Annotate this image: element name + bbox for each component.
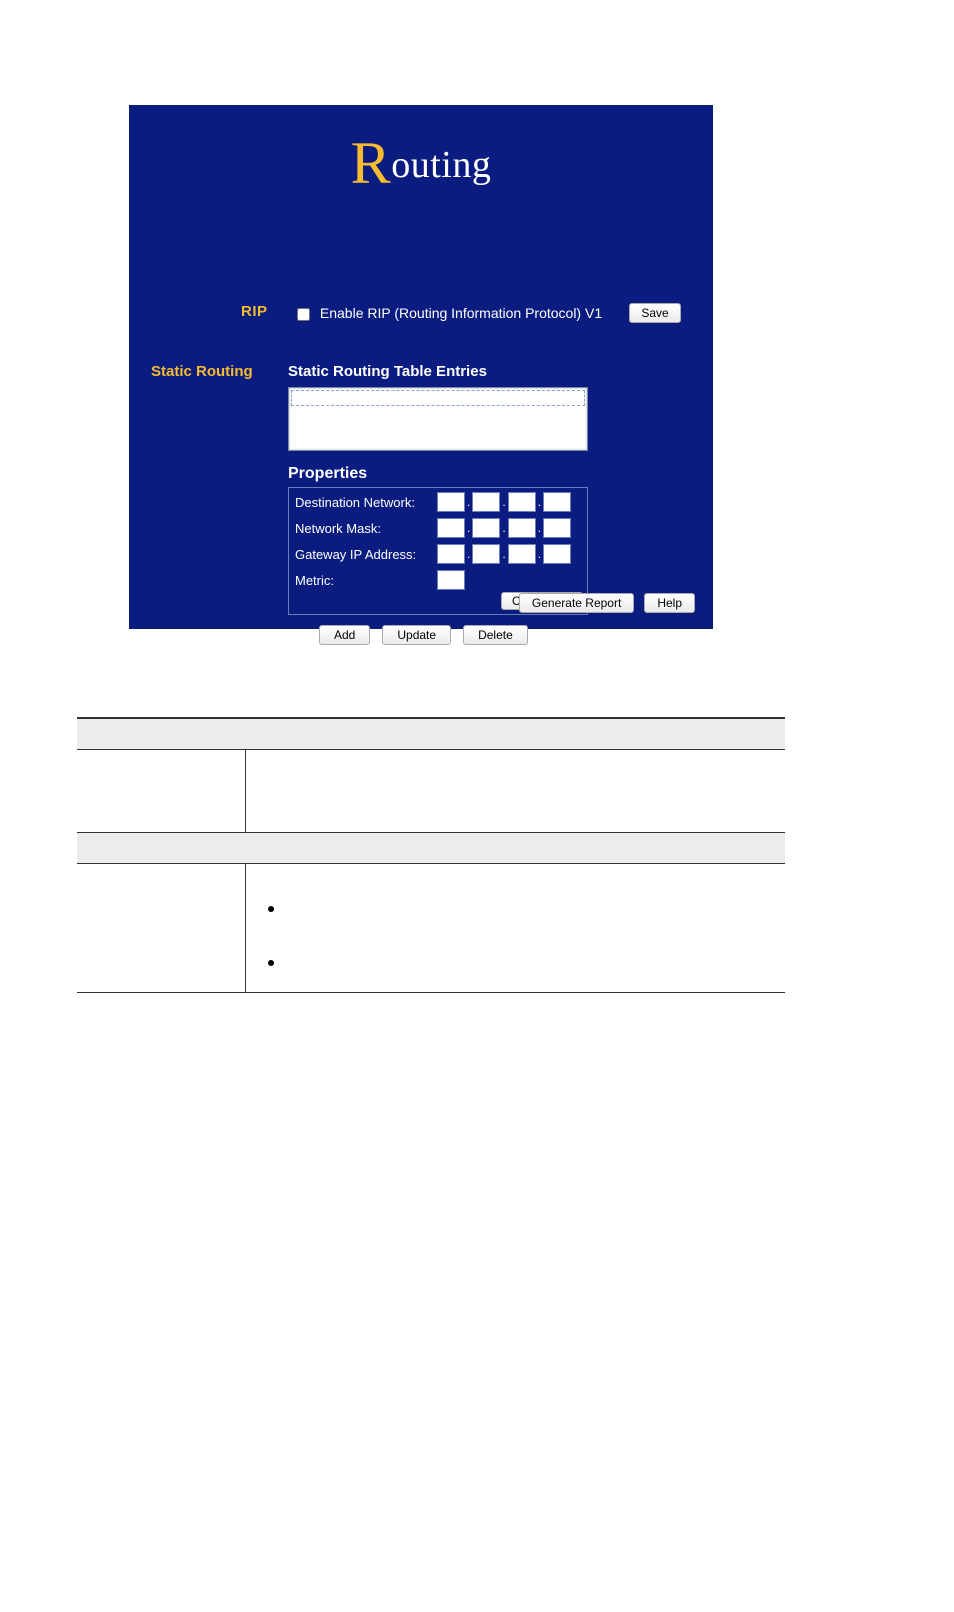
table-header-band-2 [77, 833, 785, 863]
gateway-octet-4[interactable] [543, 544, 571, 564]
table-row [77, 749, 785, 833]
destination-octet-3[interactable] [508, 492, 536, 512]
table-header-band-1 [77, 717, 785, 749]
rip-checkbox-wrap[interactable]: Enable RIP (Routing Information Protocol… [293, 305, 602, 324]
title-rest: outing [391, 144, 491, 186]
mask-octet-4[interactable] [543, 518, 571, 538]
crud-button-row: Add Update Delete [319, 625, 528, 645]
destination-octet-1[interactable] [437, 492, 465, 512]
table-cell-left [77, 750, 246, 832]
mask-octet-1[interactable] [437, 518, 465, 538]
gateway-octet-2[interactable] [472, 544, 500, 564]
static-table-heading: Static Routing Table Entries [288, 363, 487, 380]
table-row [77, 863, 785, 993]
add-button[interactable]: Add [319, 625, 370, 645]
rip-checkbox[interactable] [297, 308, 310, 321]
row-gateway: Gateway IP Address: . . . [295, 544, 581, 564]
save-button[interactable]: Save [629, 303, 681, 323]
row-destination: Destination Network: . . . [295, 492, 581, 512]
router-panel: Routing RIP Enable RIP (Routing Informat… [129, 105, 713, 629]
mask-octet-2[interactable] [472, 518, 500, 538]
mask-label: Network Mask: [295, 521, 437, 536]
delete-button[interactable]: Delete [463, 625, 528, 645]
mask-octet-3[interactable] [508, 518, 536, 538]
rip-checkbox-label: Enable RIP (Routing Information Protocol… [320, 305, 602, 321]
footer-button-row: Generate Report Help [519, 593, 695, 613]
destination-octet-2[interactable] [472, 492, 500, 512]
rip-row: RIP Enable RIP (Routing Information Prot… [129, 303, 713, 333]
table-cell-right [246, 864, 785, 992]
routing-entries-listbox[interactable] [288, 387, 588, 451]
title-accent-letter: R [351, 130, 392, 196]
update-button[interactable]: Update [382, 625, 451, 645]
static-routing-label: Static Routing [151, 363, 253, 380]
row-mask: Network Mask: . . . [295, 518, 581, 538]
description-table [77, 717, 785, 993]
bullet-icon [268, 960, 274, 966]
bullet-icon [268, 906, 274, 912]
table-cell-left [77, 864, 246, 992]
properties-heading: Properties [288, 465, 367, 483]
destination-label: Destination Network: [295, 495, 437, 510]
help-button[interactable]: Help [644, 593, 695, 613]
row-metric: Metric: [295, 570, 581, 590]
rip-label: RIP [241, 303, 268, 320]
gateway-octet-1[interactable] [437, 544, 465, 564]
metric-label: Metric: [295, 573, 437, 588]
metric-input[interactable] [437, 570, 465, 590]
generate-report-button[interactable]: Generate Report [519, 593, 634, 613]
page-title: Routing [129, 123, 713, 192]
destination-octet-4[interactable] [543, 492, 571, 512]
gateway-label: Gateway IP Address: [295, 547, 437, 562]
gateway-octet-3[interactable] [508, 544, 536, 564]
